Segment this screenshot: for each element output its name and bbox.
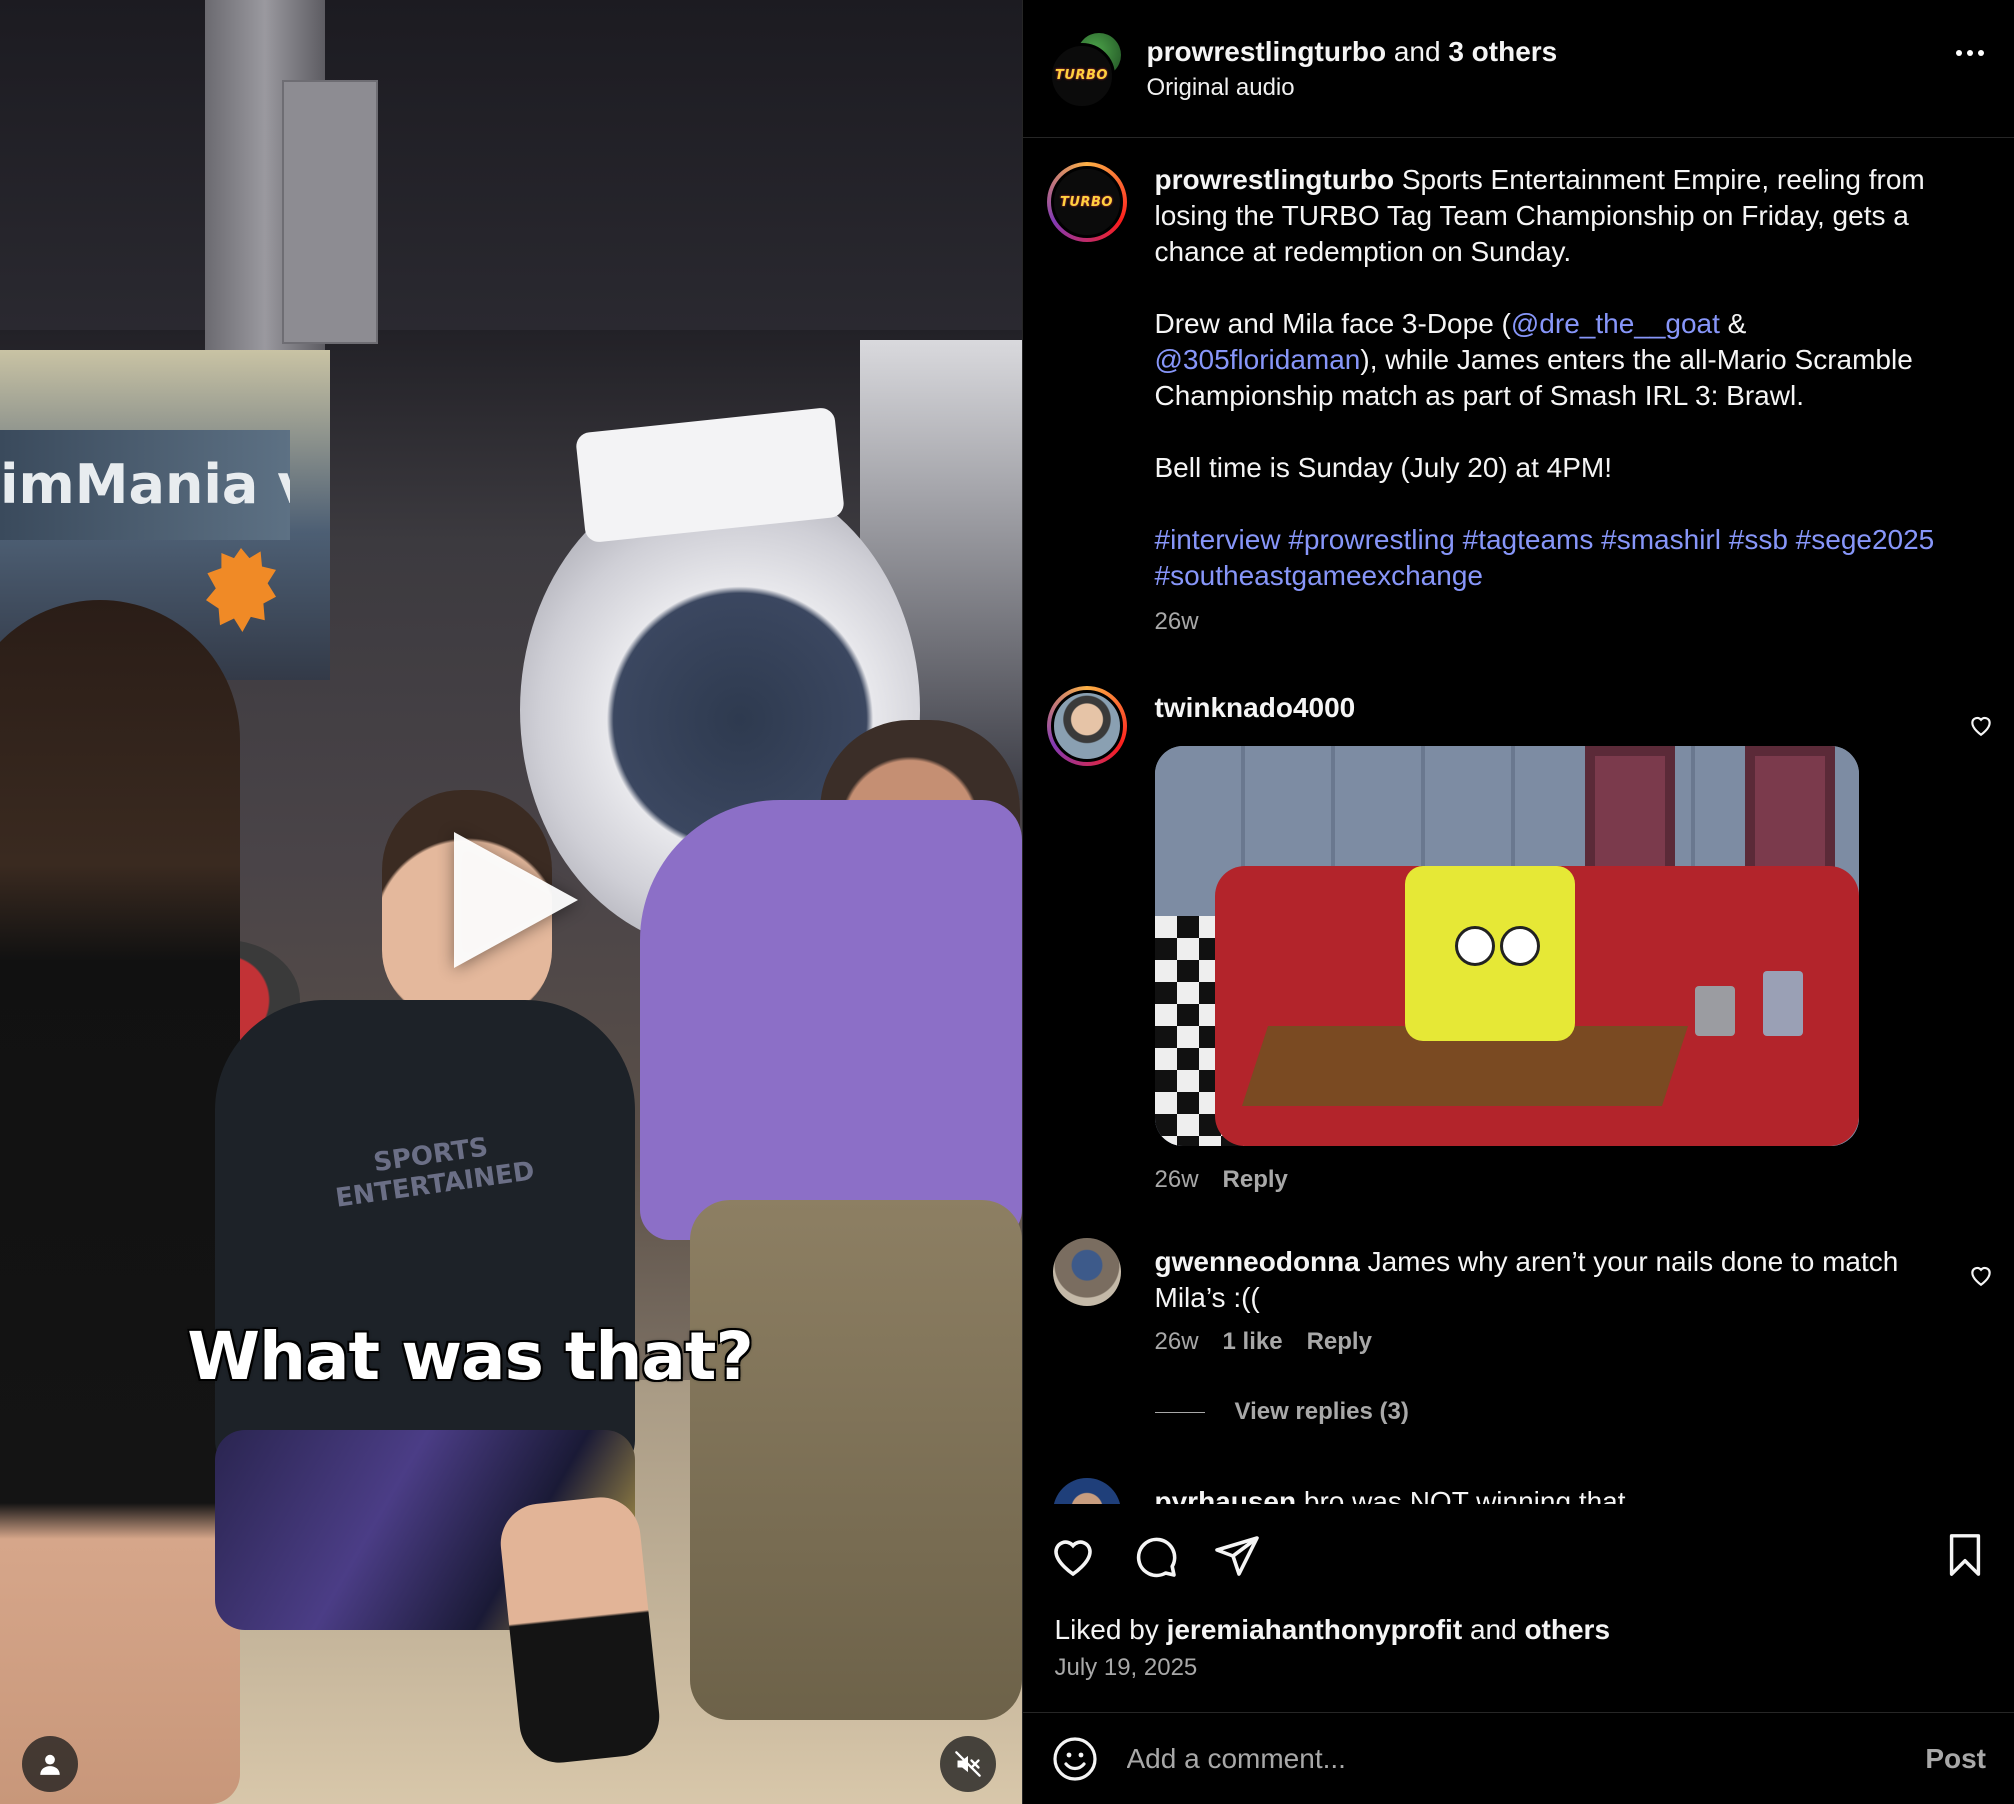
share-icon[interactable] <box>1213 1532 1261 1580</box>
and-text: and <box>1393 36 1441 68</box>
gif-image[interactable] <box>1154 746 1859 1146</box>
comment-bar: Post <box>1022 1712 2014 1804</box>
play-icon[interactable] <box>454 832 578 968</box>
reply-button[interactable]: Reply <box>1223 1166 1288 1194</box>
others-likes-link[interactable]: others <box>1524 1614 1610 1645</box>
dot-icon <box>1956 50 1962 56</box>
dot-icon <box>1967 50 1973 56</box>
view-replies-button[interactable]: View replies (3) <box>1154 1398 1409 1426</box>
heart-icon[interactable] <box>1968 1262 1994 1288</box>
turbo-avatar: TURBO <box>1048 42 1115 109</box>
liked-by: Liked by jeremiahanthonyprofit and other… <box>1054 1614 1611 1645</box>
arcade-sign: imMania v8 <box>0 430 290 540</box>
person-right-body <box>640 800 1022 1240</box>
dot-icon <box>1978 50 1984 56</box>
more-options-button[interactable] <box>1956 50 1984 56</box>
collab-avatars[interactable]: TURBO <box>1048 32 1121 109</box>
reply-button[interactable]: Reply <box>1307 1328 1372 1356</box>
speaker-muted-icon <box>955 1751 981 1777</box>
post-header: TURBO prowrestlingturbo and 3 others Ori… <box>1022 0 2014 138</box>
commenter-avatar[interactable] <box>1052 1238 1121 1306</box>
likes-count[interactable]: 1 like <box>1223 1328 1283 1356</box>
person-left <box>0 600 240 1804</box>
person-center-body <box>215 1000 635 1480</box>
caption-paragraph-2: Drew and Mila face 3-Dope (@dre_the__goa… <box>1154 308 1913 411</box>
caption-paragraph-3: Bell time is Sunday (July 20) at 4PM! <box>1154 452 1613 483</box>
post-date: July 19, 2025 <box>1054 1654 1198 1681</box>
action-bar <box>1023 1504 2014 1604</box>
caption-username[interactable]: prowrestlingturbo <box>1155 164 1395 195</box>
comments-scroll[interactable]: TURBO prowrestlingturbo Sports Entertain… <box>1023 138 2014 1504</box>
user-icon <box>40 1754 60 1775</box>
commenter-avatar[interactable] <box>1052 1478 1121 1504</box>
mute-button[interactable] <box>940 1736 996 1792</box>
person-center-legs <box>496 1493 664 1767</box>
ceiling <box>0 0 1022 330</box>
mention-link[interactable]: @305floridaman <box>1155 344 1361 375</box>
video-player[interactable]: imMania v8 SPORTS ENTERTAINED What was t… <box>0 0 1022 1804</box>
comment-time: 26w <box>1154 1328 1199 1355</box>
electrical-box <box>282 80 378 344</box>
author-username[interactable]: prowrestlingturbo <box>1147 36 1387 67</box>
tagged-users-button[interactable] <box>22 1736 78 1792</box>
mention-link[interactable]: @dre_the__goat <box>1511 308 1720 339</box>
comment-time: 26w <box>1154 1166 1199 1193</box>
turbo-logo: TURBO <box>1060 194 1113 210</box>
comment-username[interactable]: pyrhausen <box>1155 1486 1297 1504</box>
comment-username[interactable]: gwenneodonna <box>1155 1246 1360 1277</box>
comment-text: bro was NOT winning that <box>1303 1486 1626 1504</box>
divider <box>1154 1411 1205 1413</box>
liker-username[interactable]: jeremiahanthonyprofit <box>1167 1614 1463 1645</box>
view-replies-label: View replies (3) <box>1234 1398 1409 1425</box>
comment-icon[interactable] <box>1131 1532 1179 1580</box>
caption-avatar[interactable]: TURBO <box>1046 162 1127 242</box>
post-button[interactable]: Post <box>1925 1743 1986 1775</box>
caption-paragraph-1: prowrestlingturbo Sports Entertainment E… <box>1154 164 1925 267</box>
turbo-logo: TURBO <box>1055 68 1108 83</box>
post-authors: prowrestlingturbo and 3 others <box>1147 32 1558 71</box>
hashtags[interactable]: #interview #prowrestling #tagteams #smas… <box>1155 522 1955 594</box>
video-caption: What was that? <box>187 1318 754 1395</box>
like-heart-icon[interactable] <box>1049 1532 1097 1580</box>
heart-icon[interactable] <box>1968 712 1994 738</box>
post-panel: TURBO prowrestlingturbo and 3 others Ori… <box>1021 0 2014 1804</box>
audio-link[interactable]: Original audio <box>1147 71 1558 105</box>
comment-input[interactable] <box>1124 1741 1926 1776</box>
others-link[interactable]: 3 others <box>1448 36 1557 67</box>
commenter-avatar[interactable] <box>1046 686 1127 766</box>
person-right-pants <box>690 1200 1022 1720</box>
comment-username[interactable]: twinknado4000 <box>1155 692 1356 723</box>
bookmark-icon[interactable] <box>1942 1532 1988 1578</box>
emoji-icon[interactable] <box>1051 1735 1099 1783</box>
caption-time: 26w <box>1154 608 1199 635</box>
